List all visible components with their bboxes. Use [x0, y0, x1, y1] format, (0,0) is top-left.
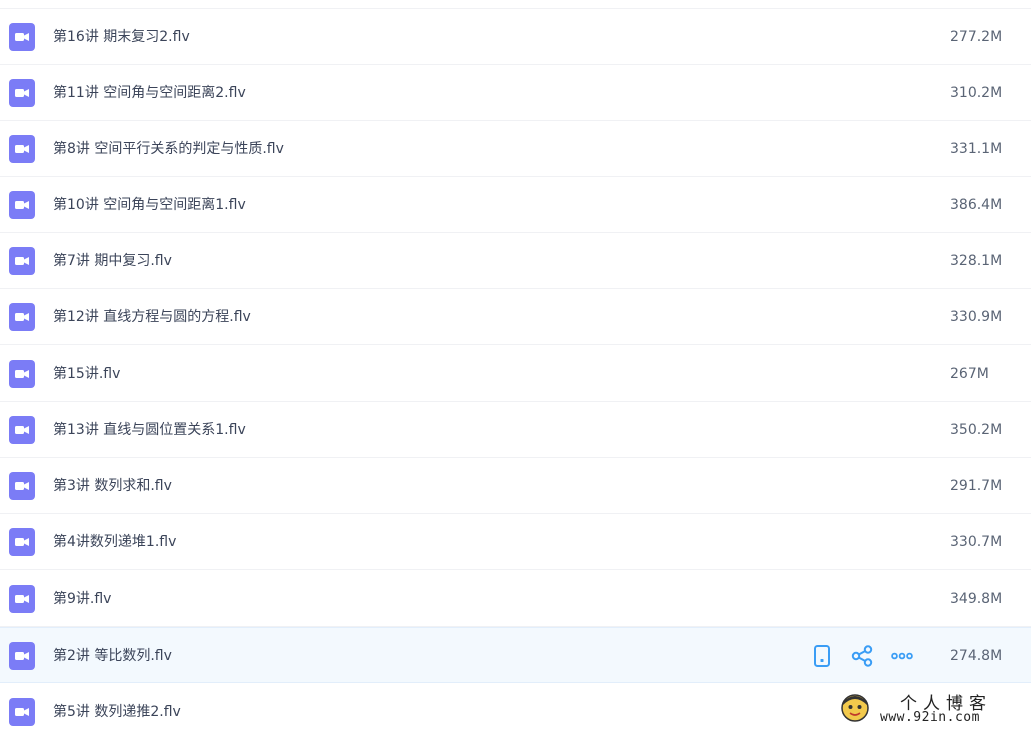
- file-row[interactable]: 第16讲 期末复习2.flv 277.2M: [0, 9, 1031, 65]
- phone-icon: [814, 645, 830, 667]
- row-actions: [810, 644, 914, 668]
- video-file-icon: [9, 585, 35, 613]
- file-row[interactable]: 第4讲数列递堆1.flv 330.7M: [0, 514, 1031, 570]
- file-size: 328.1M: [950, 253, 1003, 269]
- video-file-icon: [9, 416, 35, 444]
- file-name[interactable]: 第12讲 直线方程与圆的方程.flv: [53, 289, 251, 345]
- file-row[interactable]: 第15讲.flv 267M: [0, 346, 1031, 402]
- watermark-logo-icon: [841, 694, 869, 722]
- file-size: 350.2M: [950, 422, 1003, 438]
- file-size: 267M: [950, 366, 989, 382]
- file-row[interactable]: 第3讲 数列求和.flv 291.7M: [0, 458, 1031, 514]
- video-file-icon: [9, 247, 35, 275]
- file-size: 386.4M: [950, 197, 1003, 213]
- video-file-icon: [9, 472, 35, 500]
- file-name[interactable]: 第3讲 数列求和.flv: [53, 458, 172, 514]
- file-name[interactable]: 第2讲 等比数列.flv: [53, 628, 172, 684]
- file-size: 291.7M: [950, 478, 1003, 494]
- file-name[interactable]: 第5讲 数列递推2.flv: [53, 684, 181, 731]
- file-size: 310.2M: [950, 85, 1003, 101]
- file-row[interactable]: 第10讲 空间角与空间距离1.flv 386.4M: [0, 177, 1031, 233]
- video-file-icon: [9, 23, 35, 51]
- send-to-phone-button[interactable]: [810, 644, 834, 668]
- file-size: 349.8M: [950, 591, 1003, 607]
- file-list: 第16讲 期末复习2.flv 277.2M 第11讲 空间角与空间距离2.flv…: [0, 0, 1031, 731]
- file-row[interactable]: 第11讲 空间角与空间距离2.flv 310.2M: [0, 65, 1031, 121]
- video-file-icon: [9, 528, 35, 556]
- file-name[interactable]: 第13讲 直线与圆位置关系1.flv: [53, 402, 246, 458]
- video-file-icon: [9, 303, 35, 331]
- file-row[interactable]: 第7讲 期中复习.flv 328.1M: [0, 233, 1031, 289]
- file-name[interactable]: 第7讲 期中复习.flv: [53, 233, 172, 289]
- file-size: 330.7M: [950, 534, 1003, 550]
- more-icon: [891, 652, 913, 660]
- file-row[interactable]: 第8讲 空间平行关系的判定与性质.flv 331.1M: [0, 121, 1031, 177]
- share-icon: [851, 645, 873, 667]
- watermark-url: www.92in.com: [880, 710, 980, 725]
- file-name[interactable]: 第15讲.flv: [53, 346, 120, 402]
- file-name[interactable]: 第8讲 空间平行关系的判定与性质.flv: [53, 121, 284, 177]
- file-row[interactable]: 第12讲 直线方程与圆的方程.flv 330.9M: [0, 289, 1031, 345]
- file-name[interactable]: 第11讲 空间角与空间距离2.flv: [53, 65, 246, 121]
- file-name[interactable]: 第4讲数列递堆1.flv: [53, 514, 176, 570]
- video-file-icon: [9, 698, 35, 726]
- file-row-hovered[interactable]: 第2讲 等比数列.flv 274.8M: [0, 627, 1031, 683]
- file-row[interactable]: 第9讲.flv 349.8M: [0, 571, 1031, 627]
- file-name[interactable]: 第10讲 空间角与空间距离1.flv: [53, 177, 246, 233]
- file-size: 277.2M: [950, 29, 1003, 45]
- video-file-icon: [9, 135, 35, 163]
- video-file-icon: [9, 360, 35, 388]
- file-size: 331.1M: [950, 141, 1003, 157]
- watermark: 个人博客 www.92in.com: [838, 689, 1031, 731]
- file-name[interactable]: 第16讲 期末复习2.flv: [53, 9, 190, 65]
- more-button[interactable]: [890, 644, 914, 668]
- share-button[interactable]: [850, 644, 874, 668]
- video-file-icon: [9, 79, 35, 107]
- video-file-icon: [9, 191, 35, 219]
- file-size: 274.8M: [950, 648, 1003, 664]
- file-row[interactable]: 第13讲 直线与圆位置关系1.flv 350.2M: [0, 402, 1031, 458]
- file-name[interactable]: 第9讲.flv: [53, 571, 111, 627]
- file-size: 330.9M: [950, 309, 1003, 325]
- video-file-icon: [9, 642, 35, 670]
